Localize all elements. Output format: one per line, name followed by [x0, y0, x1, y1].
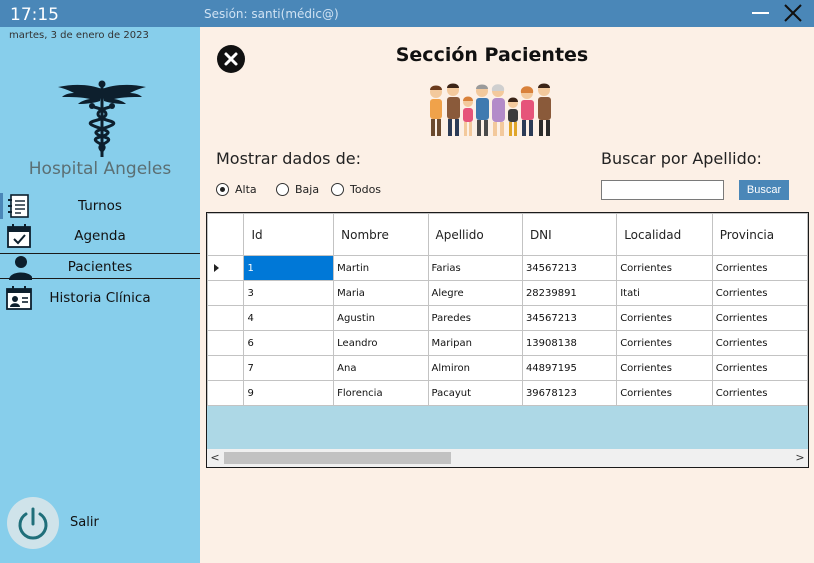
- close-window-icon[interactable]: [783, 3, 803, 23]
- clock: 17:15: [10, 5, 59, 25]
- table-row[interactable]: 3 Maria Alegre 28239891 Itati Corrientes: [207, 280, 808, 306]
- filter-label: Mostrar dados de:: [216, 149, 361, 168]
- radio-circle[interactable]: [216, 183, 229, 196]
- power-icon: [18, 507, 48, 540]
- column-header-dni[interactable]: DNI: [521, 213, 618, 256]
- sidebar-item-pacientes[interactable]: Pacientes: [0, 253, 200, 280]
- column-header-provincia[interactable]: Provincia: [711, 213, 808, 256]
- session-label: Sesión: santi(médic@): [204, 7, 339, 21]
- radio-circle[interactable]: [331, 183, 344, 196]
- table-cell[interactable]: Agustin: [333, 305, 429, 331]
- sidebar-item-label: Turnos: [78, 198, 122, 214]
- table-cell[interactable]: Florencia: [333, 380, 429, 406]
- table-cell[interactable]: Leandro: [333, 330, 429, 356]
- table-cell[interactable]: 39678123: [521, 380, 618, 406]
- table-cell[interactable]: Corrientes: [711, 330, 808, 356]
- table-cell[interactable]: Corrientes: [616, 305, 713, 331]
- table-cell[interactable]: Corrientes: [711, 355, 808, 381]
- sidebar: martes, 3 de enero de 2023 Hospital Ange…: [0, 27, 200, 563]
- table-cell[interactable]: 34567213: [521, 305, 618, 331]
- search-input[interactable]: [601, 180, 724, 200]
- table-cell[interactable]: Ana: [333, 355, 429, 381]
- table-cell[interactable]: Corrientes: [711, 280, 808, 306]
- table-cell[interactable]: Almiron: [427, 355, 523, 381]
- search-button[interactable]: Buscar: [739, 180, 789, 200]
- minimize-button[interactable]: [752, 12, 769, 14]
- scroll-right-arrow-icon[interactable]: >: [793, 450, 807, 466]
- table-cell[interactable]: Pacayut: [427, 380, 523, 406]
- patients-table: Id Nombre Apellido DNI Localidad Provinc…: [207, 213, 808, 406]
- table-cell[interactable]: 28239891: [521, 280, 618, 306]
- scroll-left-arrow-icon[interactable]: <: [208, 450, 222, 466]
- table-cell[interactable]: 7: [243, 355, 335, 381]
- table-cell[interactable]: Paredes: [427, 305, 523, 331]
- table-cell[interactable]: Corrientes: [616, 330, 713, 356]
- table-row[interactable]: 6 Leandro Maripan 13908138 Corrientes Co…: [207, 330, 808, 356]
- table-cell[interactable]: Farias: [427, 255, 523, 281]
- row-header[interactable]: [207, 380, 245, 406]
- column-header-id[interactable]: Id: [243, 213, 335, 256]
- sidebar-item-label: Agenda: [74, 228, 126, 244]
- radio-label: Todos: [350, 183, 382, 196]
- current-date: martes, 3 de enero de 2023: [9, 30, 149, 41]
- table-cell[interactable]: 4: [243, 305, 335, 331]
- table-cell[interactable]: Corrientes: [711, 305, 808, 331]
- table-cell[interactable]: 9: [243, 380, 335, 406]
- main-panel: Sección Pacientes Mostrar dados de: Alta…: [200, 27, 814, 563]
- table-cell[interactable]: Corrientes: [711, 255, 808, 281]
- title-bar: 17:15 Sesión: santi(médic@): [0, 0, 814, 27]
- row-header[interactable]: [207, 330, 245, 356]
- table-header-row: Id Nombre Apellido DNI Localidad Provinc…: [207, 213, 808, 256]
- sidebar-item-historia-clinica[interactable]: Historia Clínica: [0, 285, 200, 311]
- search-label: Buscar por Apellido:: [601, 149, 762, 168]
- table-cell[interactable]: Maripan: [427, 330, 523, 356]
- radio-circle[interactable]: [276, 183, 289, 196]
- radio-dot: [220, 187, 225, 192]
- table-cell[interactable]: 44897195: [521, 355, 618, 381]
- hospital-name: Hospital Angeles: [28, 159, 172, 179]
- row-header[interactable]: [207, 255, 245, 281]
- row-header[interactable]: [207, 305, 245, 331]
- scrollbar-thumb[interactable]: [224, 452, 451, 464]
- horizontal-scrollbar[interactable]: < >: [207, 449, 808, 467]
- table-cell[interactable]: Alegre: [427, 280, 523, 306]
- table-row[interactable]: 4 Agustin Paredes 34567213 Corrientes Co…: [207, 305, 808, 331]
- row-header[interactable]: [207, 280, 245, 306]
- caduceus-logo-icon: [58, 80, 146, 157]
- table-row[interactable]: 7 Ana Almiron 44897195 Corrientes Corrie…: [207, 355, 808, 381]
- table-cell[interactable]: Corrientes: [616, 255, 713, 281]
- table-cell[interactable]: Corrientes: [616, 380, 713, 406]
- row-header-corner: [207, 213, 245, 256]
- table-cell[interactable]: 34567213: [521, 255, 618, 281]
- page-title: Sección Pacientes: [395, 44, 589, 66]
- table-cell[interactable]: Itati: [616, 280, 713, 306]
- exit-button[interactable]: [7, 497, 59, 549]
- table-row[interactable]: 9 Florencia Pacayut 39678123 Corrientes …: [207, 380, 808, 406]
- column-header-nombre[interactable]: Nombre: [333, 213, 429, 256]
- radio-label: Alta: [235, 183, 257, 196]
- column-header-apellido[interactable]: Apellido: [427, 213, 523, 256]
- column-header-localidad[interactable]: Localidad: [616, 213, 713, 256]
- table-cell[interactable]: 1: [243, 255, 335, 281]
- sidebar-item-agenda[interactable]: Agenda: [0, 223, 200, 249]
- table-cell[interactable]: Martin: [333, 255, 429, 281]
- table-cell[interactable]: 3: [243, 280, 335, 306]
- row-header[interactable]: [207, 355, 245, 381]
- sidebar-item-label: Pacientes: [67, 259, 133, 275]
- table-cell[interactable]: Corrientes: [616, 355, 713, 381]
- family-illustration-icon: [430, 83, 551, 136]
- exit-label[interactable]: Salir: [70, 515, 99, 530]
- patients-grid[interactable]: Id Nombre Apellido DNI Localidad Provinc…: [206, 212, 809, 468]
- current-row-arrow-icon: [214, 264, 219, 272]
- table-cell[interactable]: 13908138: [521, 330, 618, 356]
- sidebar-item-label: Historia Clínica: [49, 290, 151, 306]
- table-cell[interactable]: Maria: [333, 280, 429, 306]
- sidebar-item-turnos[interactable]: Turnos: [0, 193, 200, 219]
- radio-label: Baja: [295, 183, 320, 196]
- table-row[interactable]: 1 Martin Farias 34567213 Corrientes Corr…: [207, 255, 808, 281]
- table-cell[interactable]: Corrientes: [711, 380, 808, 406]
- table-cell[interactable]: 6: [243, 330, 335, 356]
